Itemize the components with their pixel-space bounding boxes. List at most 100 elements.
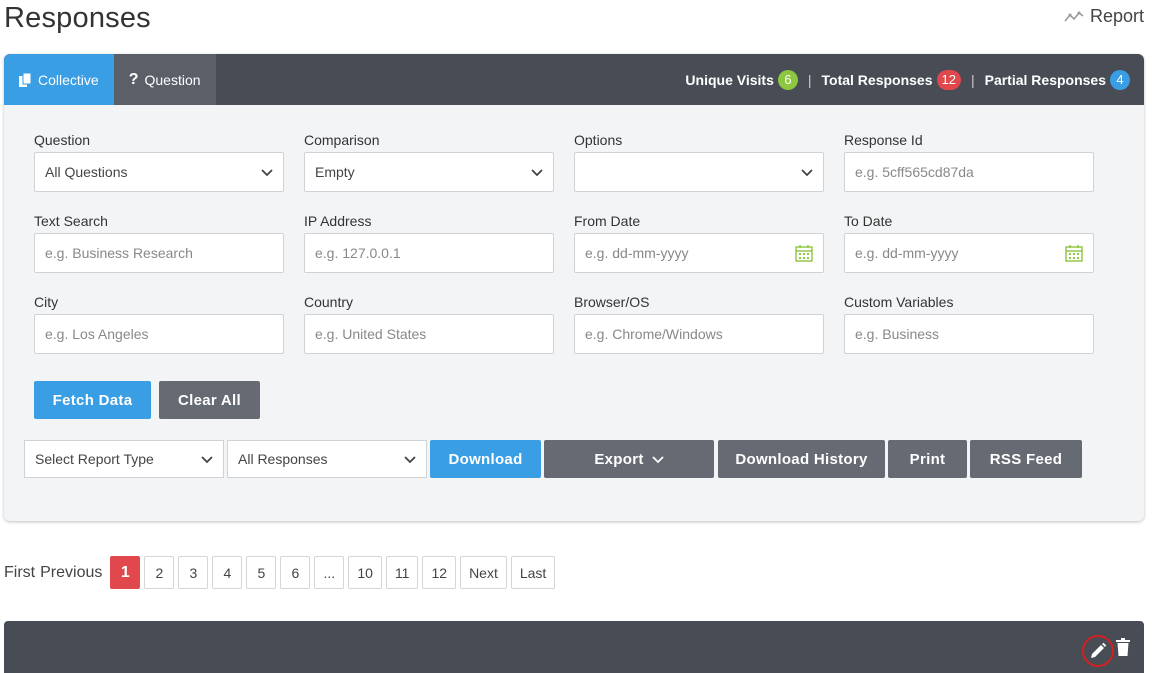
chevron-down-icon [261,169,273,177]
page-4[interactable]: 4 [212,556,243,589]
custom-variables-label: Custom Variables [844,294,954,310]
report-type-value: Select Report Type [35,451,154,467]
browser-os-input[interactable]: e.g. Chrome/Windows [574,314,824,354]
chevron-down-icon [404,456,416,464]
page-ellipsis: ... [314,556,345,589]
page-2[interactable]: 2 [144,556,175,589]
stat-label: Unique Visits [685,71,774,88]
options-field: Options [574,132,824,192]
stat-label: Partial Responses [984,71,1106,88]
tab-question[interactable]: ? Question [113,54,216,105]
page-10[interactable]: 10 [348,556,382,589]
tab-question-label: Question [144,71,201,88]
browser-os-field: Browser/OS e.g. Chrome/Windows [574,294,824,354]
from-date-label: From Date [574,213,641,229]
custom-variables-input[interactable]: e.g. Business [844,314,1094,354]
pagination-first[interactable]: First [4,564,35,582]
report-link[interactable]: Report [1064,6,1144,27]
response-id-input[interactable]: e.g. 5cff565cd87da [844,152,1094,192]
page-11[interactable]: 11 [385,556,419,589]
from-date-input[interactable]: e.g. dd-mm-yyyy [574,233,824,273]
options-label: Options [574,132,623,148]
ip-address-placeholder: e.g. 127.0.0.1 [315,245,401,261]
comparison-value: Empty [315,164,355,180]
unique-visits-badge: 6 [777,69,798,90]
text-search-placeholder: e.g. Business Research [45,245,193,261]
city-input[interactable]: e.g. Los Angeles [34,314,284,354]
rss-feed-button[interactable]: RSS Feed [970,440,1082,478]
chevron-down-icon [531,169,543,177]
tab-collective[interactable]: Collective [4,54,114,105]
page-1[interactable]: 1 [110,556,141,589]
to-date-placeholder: e.g. dd-mm-yyyy [855,245,959,261]
custom-variables-placeholder: e.g. Business [855,326,940,342]
comparison-field: Comparison Empty [304,132,554,192]
download-history-button[interactable]: Download History [718,440,885,478]
browser-os-placeholder: e.g. Chrome/Windows [585,326,723,342]
calendar-icon[interactable] [795,244,813,262]
divider: | [807,71,812,88]
clear-all-button[interactable]: Clear All [159,381,260,419]
partial-responses-badge: 4 [1110,69,1130,90]
response-id-field: Response Id e.g. 5cff565cd87da [844,132,1094,192]
city-field: City e.g. Los Angeles [34,294,284,354]
response-id-placeholder: e.g. 5cff565cd87da [855,164,974,180]
fetch-data-button[interactable]: Fetch Data [34,381,151,419]
pagination-previous[interactable]: Previous [40,564,102,582]
chevron-down-icon [652,456,664,464]
text-search-field: Text Search e.g. Business Research [34,213,284,273]
page-12[interactable]: 12 [422,556,457,589]
to-date-input[interactable]: e.g. dd-mm-yyyy [844,233,1094,273]
report-type-select[interactable]: Select Report Type [24,440,224,478]
response-id-label: Response Id [844,132,923,148]
pagination-last[interactable]: Last [510,556,556,589]
custom-variables-field: Custom Variables e.g. Business [844,294,1094,354]
ip-address-input[interactable]: e.g. 127.0.0.1 [304,233,554,273]
total-responses-badge: 12 [936,69,961,90]
pagination-next[interactable]: Next [460,556,507,589]
responses-filter-value: All Responses [238,451,328,467]
from-date-placeholder: e.g. dd-mm-yyyy [585,245,689,261]
page-5[interactable]: 5 [246,556,277,589]
text-search-label: Text Search [34,213,108,229]
comparison-select[interactable]: Empty [304,152,554,192]
from-date-field: From Date e.g. dd-mm-yyyy [574,213,824,273]
country-field: Country e.g. United States [304,294,554,354]
country-input[interactable]: e.g. United States [304,314,554,354]
export-button[interactable]: Export [544,440,714,478]
text-search-input[interactable]: e.g. Business Research [34,233,284,273]
download-button[interactable]: Download [430,440,541,478]
page-title: Responses [4,2,151,34]
trash-icon[interactable] [1116,638,1130,656]
response-header-bar [4,621,1144,673]
chevron-down-icon [201,456,213,464]
question-field: Question All Questions [34,132,284,192]
to-date-field: To Date e.g. dd-mm-yyyy [844,213,1094,273]
browser-os-label: Browser/OS [574,294,650,310]
print-button[interactable]: Print [888,440,967,478]
stat-total-responses: Total Responses 12 [822,69,961,90]
country-placeholder: e.g. United States [315,326,427,342]
stat-unique-visits: Unique Visits 6 [685,69,798,90]
response-stats: Unique Visits 6 | Total Responses 12 | P… [685,54,1130,105]
city-label: City [34,294,59,310]
ip-address-field: IP Address e.g. 127.0.0.1 [304,213,554,273]
calendar-icon[interactable] [1065,244,1083,262]
chart-line-icon [1064,11,1084,22]
divider: | [970,71,975,88]
pagination: First Previous 1 2 3 4 5 6 ... 10 11 12 … [4,556,556,589]
filter-panel: Collective ? Question Unique Visits 6 | … [4,54,1144,521]
edit-icon[interactable] [1082,635,1114,667]
report-label: Report [1089,6,1144,26]
export-label: Export [594,450,644,468]
question-select[interactable]: All Questions [34,152,284,192]
stat-partial-responses: Partial Responses 4 [984,69,1130,90]
ip-address-label: IP Address [304,213,372,229]
options-select[interactable] [574,152,824,192]
pencil-icon [1091,642,1107,658]
page-3[interactable]: 3 [178,556,209,589]
responses-filter-select[interactable]: All Responses [227,440,427,478]
question-value: All Questions [45,164,128,180]
page-6[interactable]: 6 [280,556,311,589]
to-date-label: To Date [844,213,893,229]
